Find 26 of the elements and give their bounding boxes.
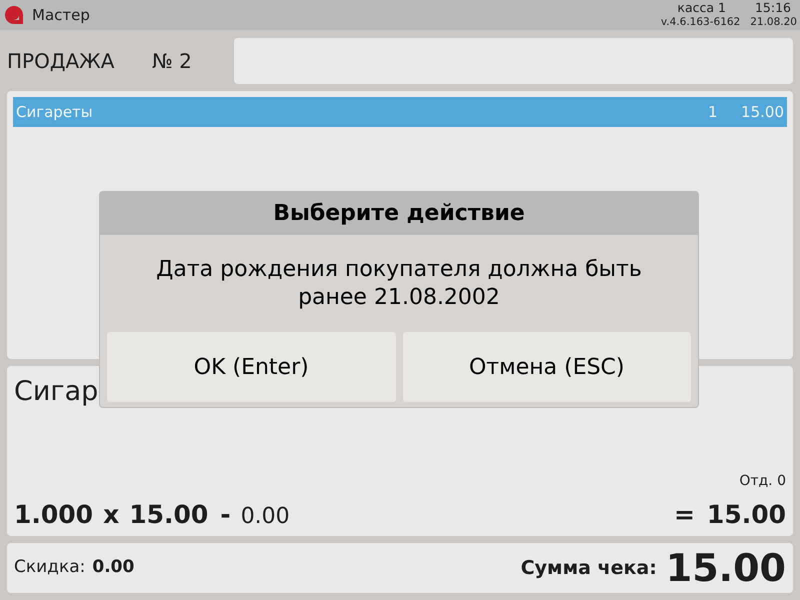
user-name: Мастер [32,4,90,26]
equals-sign: = [674,499,695,531]
dialog-button[interactable]: Отмена (ESC) [402,332,691,402]
minus-sign: - [220,499,231,531]
clock-time: 15:16 [754,1,791,15]
sale-number: № 2 [152,48,193,75]
dialog-button[interactable]: OK (Enter) [107,332,396,402]
department-label: Отд. 0 [739,472,786,491]
sale-title: ПРОДАЖА [7,48,116,75]
item-total: 15.00 [706,499,786,531]
dialog-message: Дата рождения покупателя должна быть ранее 21.08.2002 [155,256,643,312]
date-label: 21.08.20 [750,15,797,29]
discount-total: 0.00 [92,556,134,580]
times-sign: x [103,499,120,531]
quantity-value: 1.000 [14,499,94,531]
receipt-total: 15.00 [666,549,786,587]
item-name: Сигар [14,375,98,409]
logo-icon [4,5,24,25]
price-value: 15.00 [129,499,208,531]
discount-label: Скидка: [14,556,86,580]
receipt-total-label: Сумма чека: [520,556,657,581]
register-label: касса 1 [677,1,726,15]
version-label: v.4.6.163-6162 [660,15,740,29]
discount-value: 0.00 [240,503,290,531]
search-panel[interactable] [234,38,793,84]
dialog-title: Выберите действие [100,192,698,235]
